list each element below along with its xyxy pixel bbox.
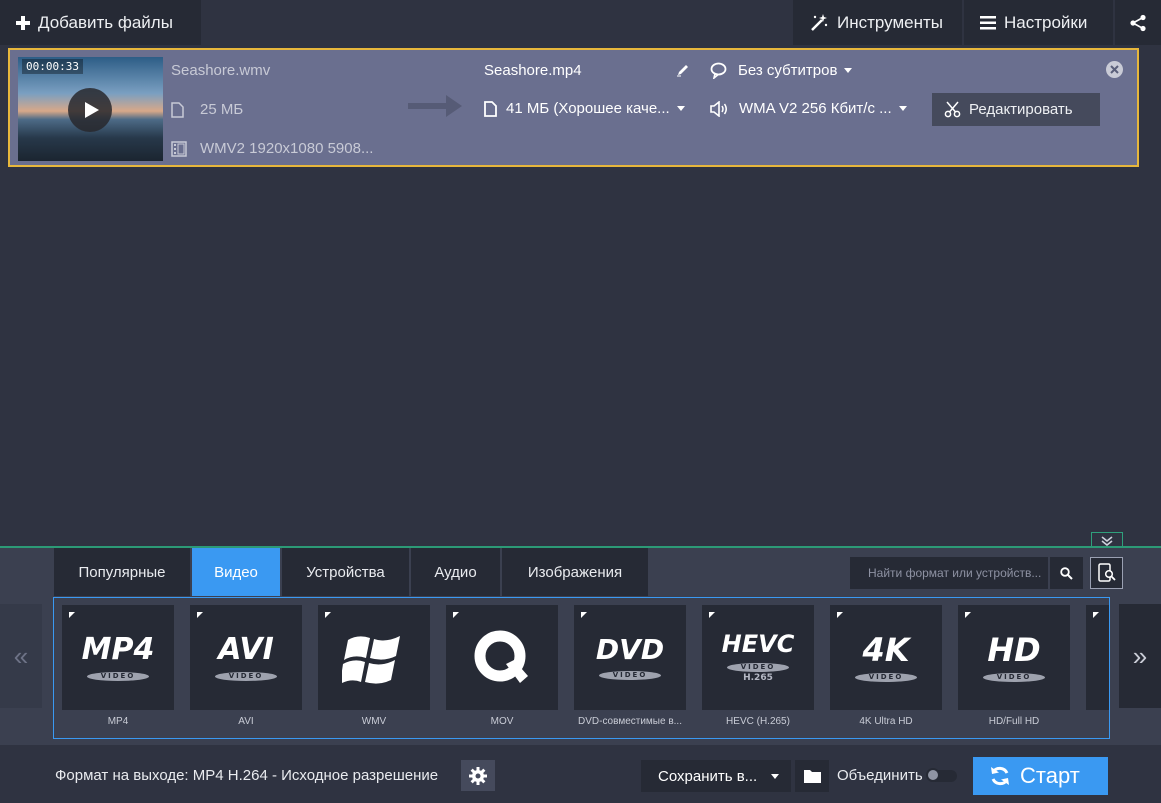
magic-wand-icon [809,13,829,33]
film-icon [171,140,190,157]
scissors-icon [944,101,961,118]
convert-arrow-icon [408,95,462,122]
play-icon[interactable] [68,88,112,132]
format-tile-partial [1086,605,1109,710]
format-tabs: Популярные Видео Устройства Аудио Изобра… [54,548,648,596]
format-label: HEVC (H.265) [726,716,790,727]
refresh-icon [989,765,1011,787]
save-to-dropdown[interactable]: Сохранить в... [641,760,791,792]
plus-icon [16,15,30,30]
chevron-down-icon [771,773,780,779]
source-filename: Seashore.wmv [171,62,271,79]
output-size-value: 41 МБ (Хорошее каче... [506,100,670,117]
source-info-value: WMV2 1920x1080 5908... [200,140,374,157]
chevron-down-icon [676,106,685,111]
source-size-value: 25 МБ [200,101,244,118]
subtitles-dropdown[interactable]: Без субтитров [710,62,853,79]
start-label: Старт [1020,763,1080,788]
start-button[interactable]: Старт [973,757,1108,795]
tab-audio[interactable]: Аудио [411,548,502,596]
hevc-logo-icon: HEVC VIDEO H.265 [702,605,814,710]
settings-button[interactable]: Настройки [964,0,1113,45]
format-item-hd[interactable]: HD VIDEO HD/Full HD [958,605,1070,727]
format-item-partial[interactable] [1086,605,1109,710]
close-icon[interactable] [1106,61,1123,78]
format-list: MP4 VIDEO MP4 AVI VIDEO AVI WMV MOV DVD … [53,597,1110,739]
format-label: MOV [490,716,514,727]
edit-button[interactable]: Редактировать [932,93,1100,126]
file-icon [171,101,190,118]
windows-logo-icon [318,605,430,710]
status-bar: Формат на выходе: MP4 H.264 - Исходное р… [0,745,1161,803]
chevron-down-icon [844,68,853,73]
formats-prev-button[interactable]: « [0,604,42,708]
format-label: MP4 [107,716,129,727]
format-label: 4K Ultra HD [859,716,913,727]
speaker-icon [710,100,728,117]
speech-bubble-icon [710,62,727,79]
audio-value: WMA V2 256 Кбит/с ... [739,100,892,117]
pencil-icon[interactable] [676,63,690,82]
source-size: 25 МБ [171,101,243,118]
4k-logo-icon: 4K VIDEO [830,605,942,710]
format-item-wmv[interactable]: WMV [318,605,430,727]
format-label: HD/Full HD [988,716,1040,727]
search-button[interactable] [1050,557,1083,589]
tools-label: Инструменты [837,12,944,32]
save-to-label: Сохранить в... [658,767,758,785]
search-icon [1060,566,1073,580]
thumbnail-duration: 00:00:33 [22,59,83,74]
hamburger-menu-icon [980,15,996,30]
format-item-4k[interactable]: 4K VIDEO 4K Ultra HD [830,605,942,727]
edit-label: Редактировать [969,101,1073,118]
detect-device-button[interactable] [1090,557,1123,589]
tab-images[interactable]: Изображения [502,548,648,596]
hd-logo-icon: HD VIDEO [958,605,1070,710]
folder-icon [803,769,821,783]
settings-label: Настройки [1004,12,1088,32]
format-item-mp4[interactable]: MP4 VIDEO MP4 [62,605,174,727]
formats-next-button[interactable]: » [1119,604,1161,708]
file-item[interactable]: 00:00:33 Seashore.wmv 25 МБ WMV2 1920x10… [8,48,1139,167]
gear-icon [469,766,487,785]
source-info: WMV2 1920x1080 5908... [171,140,373,157]
merge-label: Объединить [837,767,923,784]
add-files-button[interactable]: Добавить файлы [0,0,201,45]
dvd-logo-icon: DVD VIDEO [574,605,686,710]
format-item-avi[interactable]: AVI VIDEO AVI [190,605,302,727]
double-chevron-down-icon [1101,535,1113,546]
video-thumbnail[interactable]: 00:00:33 [18,57,163,161]
format-label: DVD-совместимые в... [578,716,682,727]
audio-track-dropdown[interactable]: WMA V2 256 Кбит/с ... [710,100,907,117]
merge-toggle[interactable] [926,768,957,782]
share-icon [1129,14,1147,32]
device-search-icon [1097,563,1117,583]
format-label: AVI [238,716,254,727]
format-item-dvd[interactable]: DVD VIDEO DVD-совместимые в... [574,605,686,727]
open-folder-button[interactable] [795,760,829,792]
top-toolbar: Добавить файлы Инструменты Настройки [0,0,1161,45]
output-settings-button[interactable] [461,760,495,791]
tab-devices[interactable]: Устройства [282,548,411,596]
output-filename[interactable]: Seashore.mp4 [484,62,582,79]
add-files-label: Добавить файлы [38,12,173,32]
share-button[interactable] [1115,0,1161,45]
tools-button[interactable]: Инструменты [793,0,962,45]
format-item-mov[interactable]: MOV [446,605,558,727]
tab-popular[interactable]: Популярные [54,548,192,596]
output-quality-dropdown[interactable]: 41 МБ (Хорошее каче... [484,100,685,117]
quicktime-logo-icon [446,605,558,710]
chevron-down-icon [898,106,907,111]
format-label: WMV [361,716,387,727]
tab-video[interactable]: Видео [192,548,282,596]
file-icon [484,100,497,117]
subtitles-value: Без субтитров [738,62,838,79]
avi-logo-icon: AVI VIDEO [190,605,302,710]
output-format-label: Формат на выходе: MP4 H.264 - Исходное р… [55,767,439,784]
mp4-logo-icon: MP4 VIDEO [62,605,174,710]
format-item-hevc[interactable]: HEVC VIDEO H.265 HEVC (H.265) [702,605,814,727]
format-search-input[interactable]: Найти формат или устройств... [850,557,1048,589]
